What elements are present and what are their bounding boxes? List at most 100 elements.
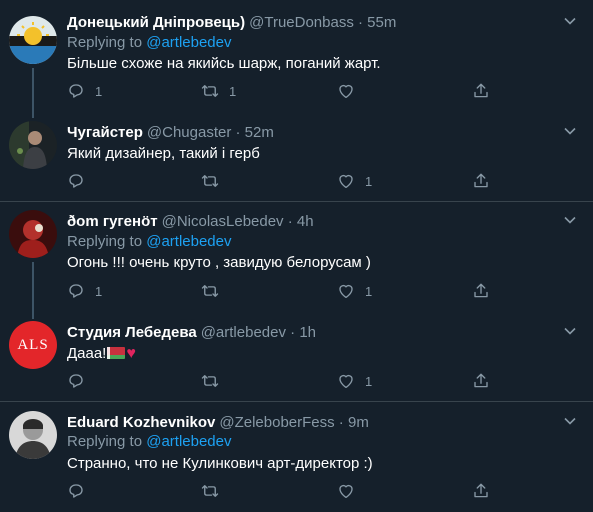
retweet-button[interactable] <box>201 372 229 390</box>
retweet-button[interactable]: 1 <box>201 82 236 100</box>
belarus-flag-emoji <box>107 347 126 359</box>
reply-button[interactable]: 1 <box>67 282 102 300</box>
replying-to-label: Replying to <box>67 233 147 250</box>
like-button[interactable]: 1 <box>337 372 372 390</box>
reply-icon <box>69 284 83 298</box>
thread-line <box>32 262 34 309</box>
user-handle[interactable]: @Chugaster <box>147 124 231 141</box>
user-handle[interactable]: @TrueDonbass <box>249 14 354 31</box>
timestamp[interactable]: 55m <box>367 14 396 31</box>
reply-count: 1 <box>95 283 103 299</box>
chevron-down-icon[interactable] <box>563 14 577 28</box>
retweet-icon <box>201 375 219 387</box>
timestamp[interactable]: 52m <box>245 124 274 141</box>
thread-line <box>32 108 34 118</box>
share-icon <box>474 483 488 498</box>
share-button[interactable] <box>472 482 490 500</box>
heart-icon <box>339 84 353 99</box>
avatar[interactable] <box>9 210 57 258</box>
like-button[interactable] <box>337 482 365 500</box>
tweet-text-content: Дааа! <box>67 345 107 362</box>
timestamp[interactable]: 4h <box>297 213 314 230</box>
display-name[interactable]: Студия Лебедева <box>67 324 197 341</box>
display-name[interactable]: ðom гугенöт <box>67 213 158 230</box>
tweet-header: Студия Лебедева @artlebedev · 1h <box>67 322 316 342</box>
chevron-down-icon[interactable] <box>563 324 577 338</box>
tweet-text: Дааа! ♥ <box>67 345 136 363</box>
share-icon <box>474 373 488 388</box>
tweet-text: Странно, что не Кулинкович арт-директор … <box>67 455 373 472</box>
heart-icon <box>339 284 353 299</box>
reply-button[interactable]: 1 <box>67 82 102 100</box>
retweet-button[interactable] <box>201 172 229 190</box>
tweet-actions: 1 1 <box>67 282 497 302</box>
retweet-icon <box>201 85 219 97</box>
replying-to-label: Replying to <box>67 433 147 450</box>
like-count: 1 <box>365 173 373 189</box>
tweet-header: Eduard Kozhevnikov @ZeleboberFess · 9m <box>67 412 369 432</box>
heart-icon <box>339 174 353 189</box>
heart-icon <box>339 374 353 389</box>
tweet-2[interactable]: Чугайстер @Chugaster · 52m Який дизайнер… <box>0 108 593 201</box>
share-button[interactable] <box>472 282 490 300</box>
red-heart-emoji: ♥ <box>126 345 136 362</box>
replying-to: Replying to @artlebedev <box>67 34 232 51</box>
like-button[interactable] <box>337 82 365 100</box>
retweet-count: 1 <box>229 83 237 99</box>
avatar[interactable] <box>9 121 57 169</box>
display-name[interactable]: Чугайстер <box>67 124 143 141</box>
avatar-logo-text: ALS <box>17 336 49 353</box>
mention-link[interactable]: @artlebedev <box>146 34 231 51</box>
reply-button[interactable] <box>67 372 95 390</box>
reply-icon <box>69 374 83 388</box>
replying-to: Replying to @artlebedev <box>67 233 232 250</box>
chevron-down-icon[interactable] <box>563 124 577 138</box>
share-button[interactable] <box>472 172 490 190</box>
like-button[interactable]: 1 <box>337 172 372 190</box>
user-handle[interactable]: @ZeleboberFess <box>219 414 334 431</box>
tweet-4[interactable]: ALS Студия Лебедева @artlebedev · 1h Даа… <box>0 309 593 401</box>
share-button[interactable] <box>472 82 490 100</box>
separator-dot: · <box>334 413 348 431</box>
user-handle[interactable]: @NicolasLebedev <box>162 213 284 230</box>
mention-link[interactable]: @artlebedev <box>146 233 231 250</box>
tweet-actions: 1 1 <box>67 82 497 102</box>
avatar[interactable] <box>9 411 57 459</box>
timestamp[interactable]: 1h <box>299 324 316 341</box>
thread-line <box>32 309 34 319</box>
share-icon <box>474 83 488 98</box>
retweet-icon <box>201 485 219 497</box>
chevron-down-icon[interactable] <box>563 414 577 428</box>
retweet-button[interactable] <box>201 282 229 300</box>
share-icon <box>474 283 488 298</box>
retweet-icon <box>201 175 219 187</box>
user-handle[interactable]: @artlebedev <box>201 324 286 341</box>
replying-to-label: Replying to <box>67 34 147 51</box>
share-button[interactable] <box>472 372 490 390</box>
avatar[interactable]: ALS <box>9 321 57 369</box>
mention-link[interactable]: @artlebedev <box>146 433 231 450</box>
replying-to: Replying to @artlebedev <box>67 433 232 450</box>
tweet-5[interactable]: Eduard Kozhevnikov @ZeleboberFess · 9m R… <box>0 402 593 512</box>
tweet-text: Більше схоже на якийсь шарж, поганий жар… <box>67 55 381 72</box>
share-icon <box>474 173 488 188</box>
avatar[interactable] <box>9 16 57 64</box>
timestamp[interactable]: 9m <box>348 414 369 431</box>
retweet-button[interactable] <box>201 482 229 500</box>
retweet-icon <box>201 285 219 297</box>
chevron-down-icon[interactable] <box>563 213 577 227</box>
reply-button[interactable] <box>67 172 95 190</box>
reply-timeline: Донецький Дніпровець) @TrueDonbass · 55m… <box>0 0 593 512</box>
tweet-1[interactable]: Донецький Дніпровець) @TrueDonbass · 55m… <box>0 0 593 108</box>
display-name[interactable]: Eduard Kozhevnikov <box>67 414 215 431</box>
like-button[interactable]: 1 <box>337 282 372 300</box>
tweet-actions: 1 <box>67 372 497 392</box>
display-name[interactable]: Донецький Дніпровець) <box>67 14 245 31</box>
tweet-3[interactable]: ðom гугенöт @NicolasLebedev · 4h Replyin… <box>0 202 593 309</box>
tweet-text: Огонь !!! очень круто , завидую белоруса… <box>67 254 371 271</box>
separator-dot: · <box>353 13 368 31</box>
reply-button[interactable] <box>67 482 95 500</box>
reply-count: 1 <box>95 83 103 99</box>
reply-icon <box>69 84 83 98</box>
tweet-actions <box>67 482 497 502</box>
